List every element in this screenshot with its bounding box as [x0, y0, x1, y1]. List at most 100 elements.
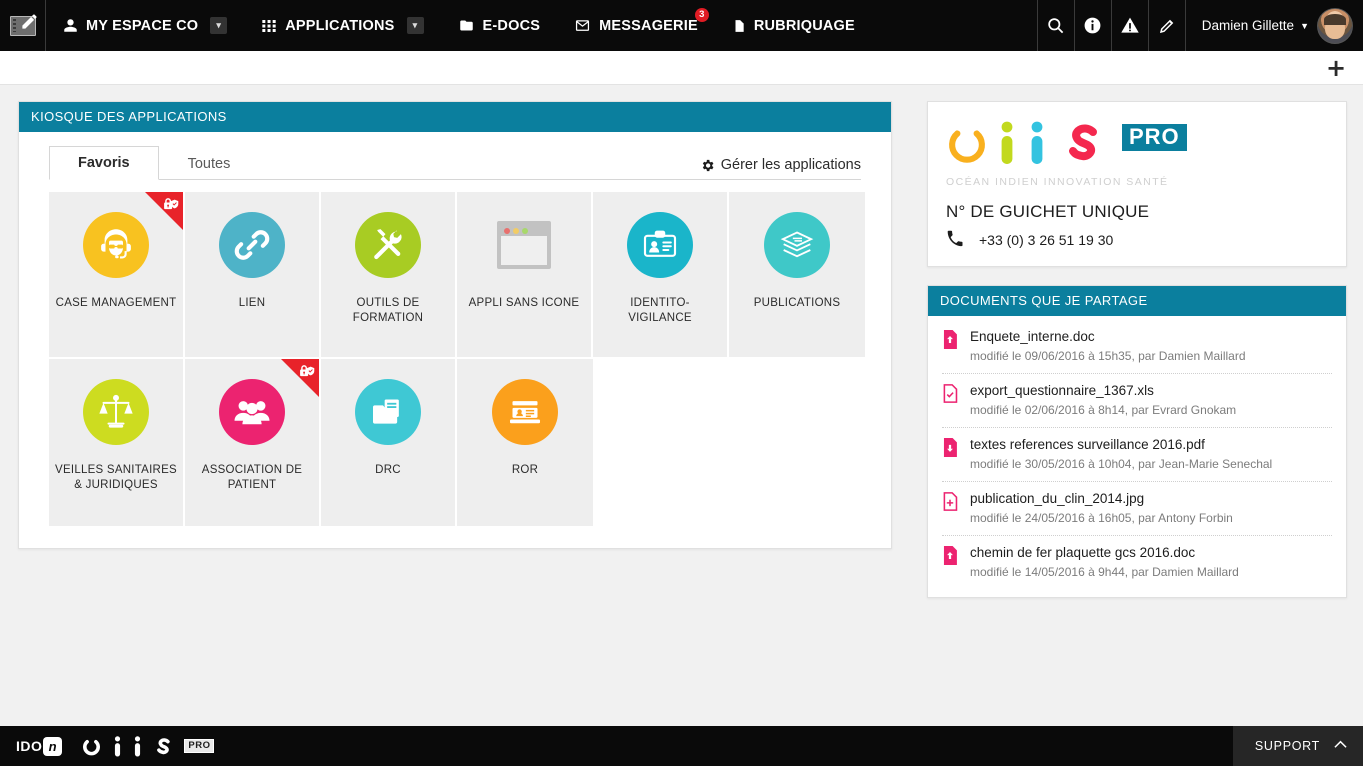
- ido-mark-glyph: n: [43, 736, 63, 756]
- list-item[interactable]: publication_du_clin_2014.jpg modifié le …: [942, 482, 1332, 536]
- support-button[interactable]: SUPPORT: [1232, 726, 1363, 766]
- app-icon-circle: [219, 379, 285, 445]
- app-tile-drc[interactable]: DRC: [321, 359, 457, 526]
- app-icon-circle: [355, 212, 421, 278]
- nav-item-my-espace-co[interactable]: MY ESPACE CO ▾: [46, 0, 244, 51]
- user-menu-button[interactable]: Damien Gillette ▼: [1184, 0, 1363, 51]
- group-people-icon: [231, 391, 273, 433]
- footer-brand: IDO n PRO: [0, 735, 215, 757]
- app-tile-label: OUTILS DE FORMATION: [352, 297, 424, 324]
- logo-letter-i-2: [1030, 121, 1044, 170]
- tab-toutes[interactable]: Toutes: [159, 147, 260, 180]
- kiosque-panel-title: KIOSQUE DES APPLICATIONS: [19, 102, 891, 132]
- nav-item-e-docs[interactable]: E-DOCS: [441, 0, 558, 51]
- app-icon-placeholder: [491, 212, 557, 278]
- doc-download-icon: [942, 436, 959, 472]
- doc-upload-icon: [942, 544, 959, 580]
- oiis-logo: PRO: [946, 120, 1328, 170]
- app-tile-veilles-sanitaires-juridiques[interactable]: VEILLES SANITAIRES & JURIDIQUES: [49, 359, 185, 526]
- app-tile-label: ASSOCIATION DE PATIENT: [201, 464, 303, 491]
- search-icon[interactable]: [1036, 0, 1074, 51]
- footer-pro-badge: PRO: [184, 739, 215, 753]
- shared-documents-title: DOCUMENTS QUE JE PARTAGE: [928, 286, 1346, 316]
- document-meta: modifié le 30/05/2016 à 10h04, par Jean-…: [970, 457, 1273, 471]
- shared-documents-list: Enquete_interne.doc modifié le 09/06/201…: [928, 316, 1346, 597]
- guichet-phone-number: +33 (0) 3 26 51 19 30: [979, 232, 1114, 248]
- lock-shield-icon: [298, 363, 316, 379]
- app-icon-circle: [627, 212, 693, 278]
- doc-check-icon: [942, 382, 959, 418]
- user-name-label: Damien Gillette: [1201, 18, 1295, 33]
- lock-shield-icon: [162, 196, 180, 212]
- app-tile-appli-sans-icone[interactable]: APPLI SANS ICONE: [457, 192, 593, 359]
- chevron-down-icon[interactable]: ▾: [406, 17, 424, 34]
- app-tile-label: DRC: [375, 464, 401, 476]
- brand-tagline: OCÉAN INDIEN INNOVATION SANTÉ: [946, 176, 1169, 188]
- headset-agent-icon: [95, 224, 137, 266]
- chevron-up-icon: [1334, 740, 1347, 752]
- avatar[interactable]: [1317, 7, 1353, 44]
- edit-pencil-icon[interactable]: [1147, 0, 1185, 51]
- app-tile-case-management[interactable]: CASE MANAGEMENT: [49, 192, 185, 359]
- app-icon-circle: [764, 212, 830, 278]
- manage-applications-link[interactable]: Gérer les applications: [700, 157, 861, 179]
- app-icon-circle: [83, 212, 149, 278]
- app-tile-label: IDENTITO-VIGILANCE: [628, 297, 692, 324]
- document-name: publication_du_clin_2014.jpg: [970, 491, 1145, 506]
- app-tile-label: ROR: [511, 464, 539, 476]
- folder-icon: [458, 18, 475, 33]
- info-icon[interactable]: [1073, 0, 1111, 51]
- document-name: export_questionnaire_1367.xls: [970, 383, 1154, 398]
- kiosque-panel: KIOSQUE DES APPLICATIONS Favoris Toutes …: [18, 101, 892, 549]
- document-name: Enquete_interne.doc: [970, 329, 1095, 344]
- app-icon-circle: [355, 379, 421, 445]
- chevron-down-icon[interactable]: ▾: [210, 17, 228, 34]
- scales-justice-icon: [96, 392, 136, 432]
- app-icon-circle: [492, 379, 558, 445]
- tab-favoris[interactable]: Favoris: [49, 146, 159, 180]
- list-item[interactable]: Enquete_interne.doc modifié le 09/06/201…: [942, 320, 1332, 374]
- guichet-phone-row: +33 (0) 3 26 51 19 30: [946, 230, 1328, 250]
- page-toolbar: +: [0, 51, 1363, 85]
- applications-grid: CASE MANAGEMENT LIEN OUTILS DE FORMATION…: [49, 192, 865, 526]
- app-tile-ror[interactable]: ROR: [457, 359, 593, 526]
- stacked-papers-icon: [777, 225, 817, 265]
- list-item[interactable]: export_questionnaire_1367.xls modifié le…: [942, 374, 1332, 428]
- nav-item-rubriquage[interactable]: RUBRIQUAGE: [715, 0, 872, 51]
- doc-add-icon: [942, 490, 959, 526]
- list-item[interactable]: chemin de fer plaquette gcs 2016.doc mod…: [942, 536, 1332, 589]
- manage-applications-label: Gérer les applications: [720, 157, 861, 173]
- grid-icon: [261, 18, 277, 34]
- document-name: textes references surveillance 2016.pdf: [970, 437, 1205, 452]
- chain-link-icon: [232, 225, 272, 265]
- app-tile-association-de-patient[interactable]: ASSOCIATION DE PATIENT: [185, 359, 321, 526]
- app-logo-button[interactable]: [0, 0, 46, 51]
- app-tile-publications[interactable]: PUBLICATIONS: [729, 192, 865, 359]
- warning-icon[interactable]: [1110, 0, 1148, 51]
- document-meta: modifié le 14/05/2016 à 9h44, par Damien…: [970, 565, 1239, 579]
- placeholder-window-icon: [497, 221, 551, 269]
- list-item[interactable]: textes references surveillance 2016.pdf …: [942, 428, 1332, 482]
- document-name: chemin de fer plaquette gcs 2016.doc: [970, 545, 1196, 560]
- app-tile-label: PUBLICATIONS: [753, 297, 841, 309]
- footer-logo-letter-i-2: [134, 735, 141, 757]
- top-navigation-bar: MY ESPACE CO ▾ APPLICATIONS ▾ E-DOCS MES…: [0, 0, 1363, 51]
- pencil-icon: [21, 13, 37, 29]
- app-tile-identito-vigilance[interactable]: IDENTITO-VIGILANCE: [593, 192, 729, 359]
- add-widget-button[interactable]: +: [1325, 56, 1347, 80]
- nav-item-applications[interactable]: APPLICATIONS ▾: [244, 0, 440, 51]
- nav-right-tools: Damien Gillette ▼: [1036, 0, 1363, 51]
- footer-logo-letter-o: [82, 737, 101, 756]
- document-meta: modifié le 09/06/2016 à 15h35, par Damie…: [970, 349, 1246, 363]
- nav-item-messagerie[interactable]: MESSAGERIE 3: [557, 0, 715, 51]
- nav-item-label: APPLICATIONS: [285, 17, 395, 34]
- document-meta: modifié le 02/06/2016 à 8h14, par Evrard…: [970, 403, 1237, 417]
- app-tile-outils-de-formation[interactable]: OUTILS DE FORMATION: [321, 192, 457, 359]
- logo-letter-s: [1062, 121, 1100, 170]
- app-tile-lien[interactable]: LIEN: [185, 192, 321, 359]
- logo-letter-o: [946, 123, 988, 170]
- nav-item-label: MESSAGERIE: [599, 17, 698, 34]
- nav-items: MY ESPACE CO ▾ APPLICATIONS ▾ E-DOCS MES…: [46, 0, 1037, 51]
- page-footer: IDO n PRO SUPPORT: [0, 726, 1363, 766]
- logo-letter-i-1: [1000, 121, 1014, 170]
